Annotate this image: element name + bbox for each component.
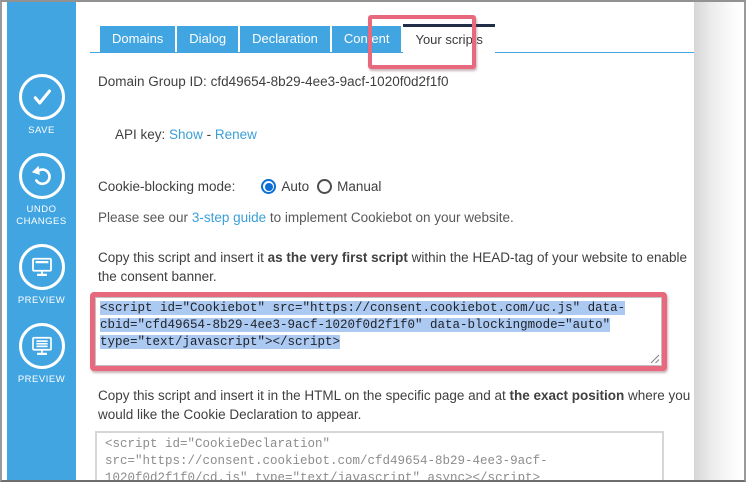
monitor-dialog-icon: [19, 244, 65, 290]
banner-script-code-selected: <script id="Cookiebot" src="https://cons…: [100, 301, 625, 349]
domain-group-id-label: Domain Group ID:: [98, 74, 207, 89]
cookie-blocking-mode-label: Cookie-blocking mode:: [98, 179, 235, 194]
three-step-guide-link[interactable]: 3-step guide: [192, 210, 266, 225]
guide-row: Please see our 3-step guide to implement…: [98, 210, 514, 225]
api-key-row: API key: Show - Renew: [115, 127, 257, 142]
radio-manual-label: Manual: [337, 179, 381, 194]
left-toolbar: SAVE UNDO CHANGES PREVIEW: [7, 2, 76, 480]
preview-dialog-label: PREVIEW: [14, 295, 69, 307]
api-key-label: API key:: [115, 127, 165, 142]
domain-group-id-row: Domain Group ID: cfd49654-8b29-4ee3-9acf…: [98, 74, 449, 89]
tab-bar: Domains Dialog Declaration Content Your …: [90, 23, 694, 53]
preview-declaration-button[interactable]: PREVIEW: [7, 323, 76, 386]
tab-your-scripts[interactable]: Your scripts: [403, 24, 494, 53]
save-label: SAVE: [24, 125, 59, 137]
guide-text-pre: Please see our: [98, 210, 192, 225]
banner-script-textarea[interactable]: <script id="Cookiebot" src="https://cons…: [95, 297, 662, 366]
radio-auto-label: Auto: [281, 179, 309, 194]
undo-changes-label: UNDO CHANGES: [7, 204, 76, 228]
banner-instruction-bold: as the very first script: [268, 250, 408, 265]
radio-manual-unselected-icon[interactable]: [317, 179, 332, 194]
tab-dialog[interactable]: Dialog: [177, 26, 238, 52]
declaration-script-textarea[interactable]: <script id="CookieDeclaration" src="http…: [95, 431, 664, 482]
guide-text-post: to implement Cookiebot on your website.: [266, 210, 514, 225]
undo-changes-button[interactable]: UNDO CHANGES: [7, 153, 76, 228]
banner-instruction-pre: Copy this script and insert it: [98, 250, 268, 265]
right-edge-gradient: [694, 2, 744, 480]
radio-auto-selected-icon[interactable]: [261, 179, 276, 194]
api-key-renew-link[interactable]: Renew: [215, 127, 257, 142]
tab-declaration[interactable]: Declaration: [240, 26, 330, 52]
declaration-instruction-bold: the exact position: [509, 388, 624, 403]
radio-option-auto[interactable]: Auto: [261, 179, 309, 194]
cookie-blocking-mode-row: Cookie-blocking mode: Auto Manual: [98, 179, 389, 194]
preview-declaration-label: PREVIEW: [14, 374, 69, 386]
api-key-show-link[interactable]: Show: [169, 127, 203, 142]
declaration-instruction-pre: Copy this script and insert it in the HT…: [98, 388, 509, 403]
tab-domains[interactable]: Domains: [100, 26, 175, 52]
cookiebot-admin-panel: SAVE UNDO CHANGES PREVIEW: [0, 0, 746, 482]
domain-group-id-value: cfd49654-8b29-4ee3-9acf-1020f0d2f1f0: [211, 74, 449, 89]
declaration-script-instruction: Copy this script and insert it in the HT…: [98, 386, 698, 424]
tab-content[interactable]: Content: [332, 26, 402, 52]
textarea-resize-handle-icon[interactable]: [650, 354, 660, 364]
annotation-box-banner-script: <script id="Cookiebot" src="https://cons…: [90, 292, 667, 371]
save-button[interactable]: SAVE: [7, 74, 76, 137]
monitor-declaration-icon: [19, 323, 65, 369]
banner-script-instruction: Copy this script and insert it as the ve…: [98, 248, 698, 286]
preview-dialog-button[interactable]: PREVIEW: [7, 244, 76, 307]
save-check-icon: [19, 74, 65, 120]
radio-option-manual[interactable]: Manual: [317, 179, 381, 194]
api-key-separator: -: [207, 127, 212, 142]
undo-arrow-icon: [19, 153, 65, 199]
cookie-blocking-mode-options: Auto Manual: [261, 179, 389, 194]
